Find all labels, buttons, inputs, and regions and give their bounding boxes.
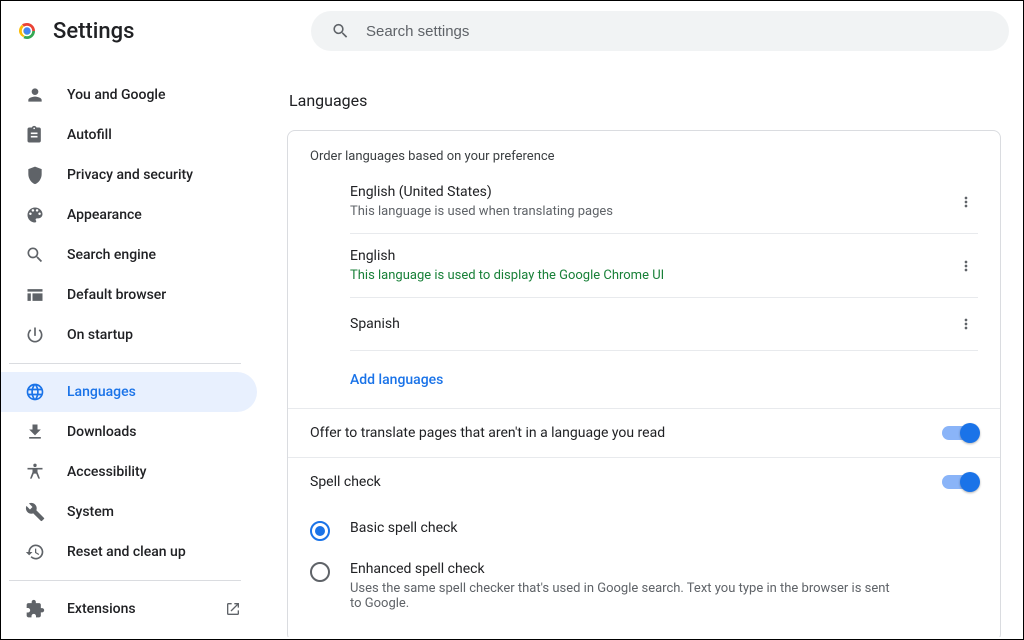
language-name: English xyxy=(350,248,954,264)
more-vert-icon xyxy=(958,194,974,210)
language-desc: This language is used when translating p… xyxy=(350,204,954,219)
sidebar-item-default-browser[interactable]: Default browser xyxy=(1,275,257,315)
search-input[interactable] xyxy=(364,22,989,41)
language-list: English (United States) This language is… xyxy=(288,170,1000,408)
enhanced-spellcheck-label: Enhanced spell check xyxy=(350,561,890,577)
sidebar-item-autofill[interactable]: Autofill xyxy=(1,115,257,155)
palette-icon xyxy=(25,205,45,225)
basic-spellcheck-radio-row: Basic spell check xyxy=(310,510,978,551)
basic-spellcheck-radio[interactable] xyxy=(310,521,330,541)
language-desc: This language is used to display the Goo… xyxy=(350,268,954,283)
language-name: English (United States) xyxy=(350,184,954,200)
sidebar-item-privacy[interactable]: Privacy and security xyxy=(1,155,257,195)
app-title: Settings xyxy=(53,19,134,44)
sidebar-item-search-engine[interactable]: Search engine xyxy=(1,235,257,275)
add-languages-row: Add languages xyxy=(350,350,978,408)
spellcheck-setting-row: Spell check xyxy=(288,457,1000,506)
search-icon xyxy=(331,21,350,41)
language-row: English This language is used to display… xyxy=(350,233,978,297)
nav-separator xyxy=(9,580,241,581)
add-languages-button[interactable]: Add languages xyxy=(350,372,443,388)
power-icon xyxy=(25,325,45,345)
section-title: Languages xyxy=(289,91,1001,110)
open-in-new-icon xyxy=(225,601,241,617)
sidebar-item-appearance[interactable]: Appearance xyxy=(1,195,257,235)
web-icon xyxy=(25,285,45,305)
sidebar-item-on-startup[interactable]: On startup xyxy=(1,315,257,355)
spellcheck-radio-group: Basic spell check Enhanced spell check U… xyxy=(288,506,1000,637)
chrome-logo-icon xyxy=(15,19,39,43)
search-settings-bar[interactable] xyxy=(311,11,1009,51)
sidebar-item-reset[interactable]: Reset and clean up xyxy=(1,532,257,572)
shield-icon xyxy=(25,165,45,185)
sidebar-item-extensions[interactable]: Extensions xyxy=(1,589,257,629)
language-more-button[interactable] xyxy=(954,190,978,214)
spellcheck-setting-label: Spell check xyxy=(310,474,942,490)
search-icon xyxy=(25,245,45,265)
languages-card-header: Order languages based on your preference xyxy=(288,131,1000,170)
language-row: Spanish xyxy=(350,297,978,350)
language-icon xyxy=(25,382,45,402)
accessibility-icon xyxy=(25,462,45,482)
build-icon xyxy=(25,502,45,522)
languages-card: Order languages based on your preference… xyxy=(287,130,1001,637)
enhanced-spellcheck-radio-row: Enhanced spell check Uses the same spell… xyxy=(310,551,978,621)
basic-spellcheck-label: Basic spell check xyxy=(350,520,457,536)
sidebar-nav: You and Google Autofill Privacy and secu… xyxy=(1,51,257,637)
more-vert-icon xyxy=(958,258,974,274)
extension-icon xyxy=(25,599,45,619)
language-more-button[interactable] xyxy=(954,312,978,336)
sidebar-item-system[interactable]: System xyxy=(1,492,257,532)
language-name: Spanish xyxy=(350,316,954,332)
translate-setting-label: Offer to translate pages that aren't in … xyxy=(310,425,942,441)
sidebar-item-languages[interactable]: Languages xyxy=(1,372,257,412)
language-more-button[interactable] xyxy=(954,254,978,278)
download-icon xyxy=(25,422,45,442)
sidebar-item-you-and-google[interactable]: You and Google xyxy=(1,75,257,115)
more-vert-icon xyxy=(958,316,974,332)
language-row: English (United States) This language is… xyxy=(350,170,978,233)
sidebar-item-accessibility[interactable]: Accessibility xyxy=(1,452,257,492)
translate-setting-row: Offer to translate pages that aren't in … xyxy=(288,408,1000,457)
main-content: Languages Order languages based on your … xyxy=(257,51,1023,637)
person-icon xyxy=(25,85,45,105)
restore-icon xyxy=(25,542,45,562)
enhanced-spellcheck-desc: Uses the same spell checker that's used … xyxy=(350,581,890,611)
assignment-icon xyxy=(25,125,45,145)
translate-toggle[interactable] xyxy=(942,426,978,440)
nav-separator xyxy=(9,363,241,364)
enhanced-spellcheck-radio[interactable] xyxy=(310,562,330,582)
spellcheck-toggle[interactable] xyxy=(942,475,978,489)
sidebar-item-downloads[interactable]: Downloads xyxy=(1,412,257,452)
